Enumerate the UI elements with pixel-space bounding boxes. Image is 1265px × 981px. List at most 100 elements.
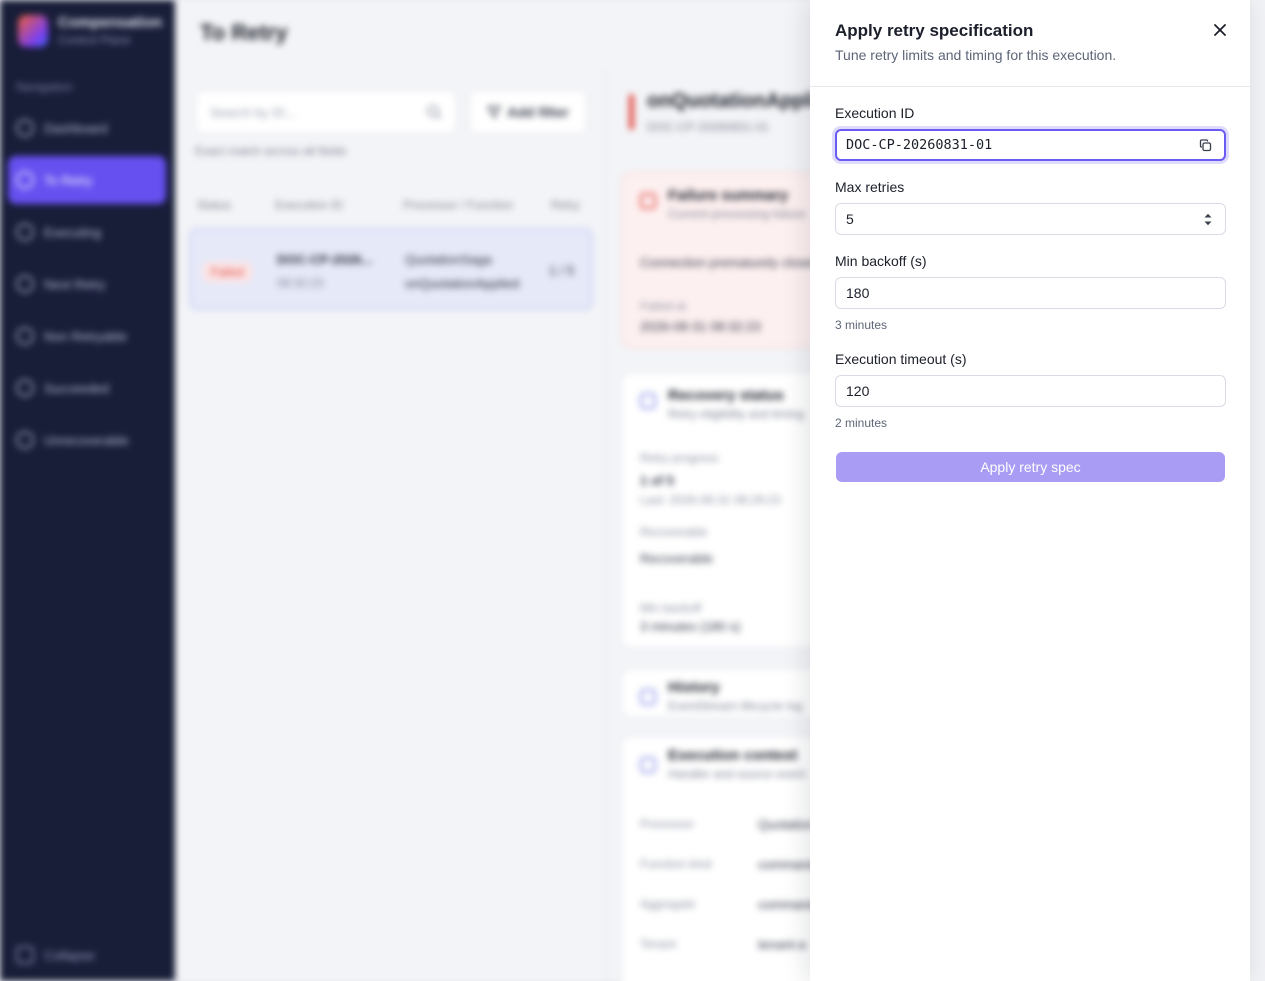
- max-retries-input[interactable]: [846, 204, 1201, 234]
- drawer-header: Apply retry specification Tune retry lim…: [810, 0, 1250, 87]
- sidebar-item-succeeded[interactable]: Succeeded: [8, 364, 166, 412]
- sidebar-item-next-retry[interactable]: Next Retry: [8, 260, 166, 308]
- dashboard-icon: [16, 119, 34, 137]
- clock-icon: [16, 275, 34, 293]
- sidebar-nav: Dashboard To Retry Executing Next Retry …: [8, 104, 166, 468]
- sidebar-item-label: To Retry: [44, 172, 93, 188]
- retry-progress-label: Retry progress: [640, 451, 719, 465]
- failure-message: Connection prematurely closed: [640, 255, 820, 270]
- min-backoff-helper: 3 minutes: [835, 318, 888, 332]
- card-title: Execution context: [668, 747, 798, 764]
- min-backoff-label: Min backoff (s): [835, 253, 927, 269]
- card-subtitle: Current processing failure: [668, 207, 806, 221]
- search-icon: [427, 105, 442, 120]
- sidebar-item-label: Next Retry: [44, 276, 106, 292]
- min-backoff-field[interactable]: [835, 277, 1226, 309]
- number-stepper[interactable]: [1201, 210, 1215, 228]
- add-filter-label: Add filter: [507, 104, 569, 120]
- brand-logo: [18, 14, 48, 47]
- brand-subtitle: Control Plane: [58, 33, 131, 47]
- max-retries-label: Max retries: [835, 179, 905, 195]
- max-retries-field[interactable]: [835, 203, 1226, 235]
- sidebar-item-label: Non Retryable: [44, 328, 128, 344]
- retry-icon: [16, 171, 34, 189]
- failed-at-value: 2026-08-31 08:32:23: [640, 319, 761, 334]
- chevron-down-icon: [1204, 221, 1212, 225]
- sidebar-item-dashboard[interactable]: Dashboard: [8, 104, 166, 152]
- recoverable-label: Recoverable: [640, 525, 708, 539]
- collapse-icon: [16, 946, 34, 964]
- row-time: 08:32:23: [277, 276, 324, 290]
- search-hint: Exact match across all fields: [195, 144, 347, 158]
- row-function: onQuotationApplied: [405, 276, 520, 291]
- play-icon: [16, 223, 34, 241]
- sidebar-item-label: Unrecoverable: [44, 432, 129, 448]
- execution-id-field[interactable]: [835, 129, 1226, 161]
- x-circle-icon: [16, 431, 34, 449]
- column-header-retry: Retry: [551, 198, 580, 212]
- recoverable-select[interactable]: Recoverable: [640, 551, 713, 566]
- context-value: Quotation: [758, 817, 815, 832]
- row-retry: 1 / 5: [549, 263, 575, 278]
- collapse-button[interactable]: Collapse: [16, 946, 95, 964]
- column-header-status: Status: [197, 198, 232, 212]
- execution-timeout-input[interactable]: [846, 376, 1225, 406]
- sidebar-item-to-retry[interactable]: To Retry: [8, 156, 166, 204]
- drawer-subtitle: Tune retry limits and timing for this ex…: [835, 47, 1117, 63]
- context-icon: [640, 757, 656, 773]
- context-value: command: [758, 857, 816, 872]
- execution-id-label: Execution ID: [835, 105, 915, 121]
- warning-icon: [640, 193, 656, 209]
- context-label: Processor: [640, 817, 695, 831]
- retry-spec-drawer: Apply retry specification Tune retry lim…: [810, 0, 1250, 981]
- close-button[interactable]: [1208, 18, 1232, 42]
- min-backoff-label: Min backoff: [640, 601, 702, 615]
- add-filter-button[interactable]: Add filter: [469, 90, 587, 134]
- column-header-processor: Processor / Function: [403, 198, 514, 212]
- card-title: Failure summary: [668, 187, 789, 204]
- context-value: command: [758, 897, 816, 912]
- nav-heading: Navigation: [16, 80, 73, 94]
- card-subtitle: EventStream lifecycle log: [668, 699, 803, 713]
- execution-timeout-label: Execution timeout (s): [835, 351, 967, 367]
- context-label: Function kind: [640, 857, 712, 871]
- context-label: Tenant: [640, 937, 677, 951]
- card-subtitle: Retry eligibility and timing: [668, 407, 805, 421]
- close-icon: [1214, 24, 1226, 36]
- sidebar-item-label: Dashboard: [44, 120, 108, 136]
- detail-subtitle: DOC-CP-20260831-01: [647, 120, 770, 134]
- row-processor: QuotationSaga: [405, 252, 492, 267]
- column-header-execution-id: Execution ID: [275, 198, 344, 212]
- pane-divider: [605, 68, 606, 981]
- row-execution-id: DOC-CP-2026...: [277, 252, 373, 267]
- context-value: tenant-a: [758, 937, 806, 952]
- apply-retry-spec-button[interactable]: Apply retry spec: [836, 452, 1225, 482]
- status-badge: Failed: [203, 262, 252, 282]
- brand: Compensation Control Plane: [18, 14, 162, 47]
- sidebar-item-executing[interactable]: Executing: [8, 208, 166, 256]
- min-backoff-value: 3 minutes (180 s): [640, 619, 741, 634]
- sidebar-item-label: Executing: [44, 224, 102, 240]
- sidebar: Compensation Control Plane Navigation Da…: [0, 0, 175, 981]
- card-title: History: [668, 679, 720, 696]
- failed-at-label: Failed at: [640, 299, 687, 313]
- min-backoff-input[interactable]: [846, 278, 1225, 308]
- sidebar-item-non-retryable[interactable]: Non Retryable: [8, 312, 166, 360]
- brand-name: Compensation: [58, 14, 163, 31]
- drawer-title: Apply retry specification: [835, 21, 1034, 40]
- collapse-label: Collapse: [44, 947, 95, 963]
- search-input[interactable]: Search by ID...: [195, 90, 457, 134]
- card-title: Recovery status: [668, 387, 784, 404]
- execution-id-input[interactable]: [846, 131, 1194, 159]
- page-edge: [1250, 0, 1265, 981]
- copy-button[interactable]: [1194, 134, 1216, 156]
- table-row[interactable]: Failed DOC-CP-2026... 08:32:23 Quotation…: [189, 228, 593, 310]
- copy-icon: [1199, 138, 1211, 151]
- execution-timeout-field[interactable]: [835, 375, 1226, 407]
- refresh-icon: [640, 393, 656, 409]
- chevron-up-icon: [1204, 213, 1212, 217]
- search-placeholder: Search by ID...: [210, 104, 296, 120]
- history-icon: [640, 689, 656, 705]
- sidebar-item-unrecoverable[interactable]: Unrecoverable: [8, 416, 166, 464]
- sidebar-item-label: Succeeded: [44, 380, 110, 396]
